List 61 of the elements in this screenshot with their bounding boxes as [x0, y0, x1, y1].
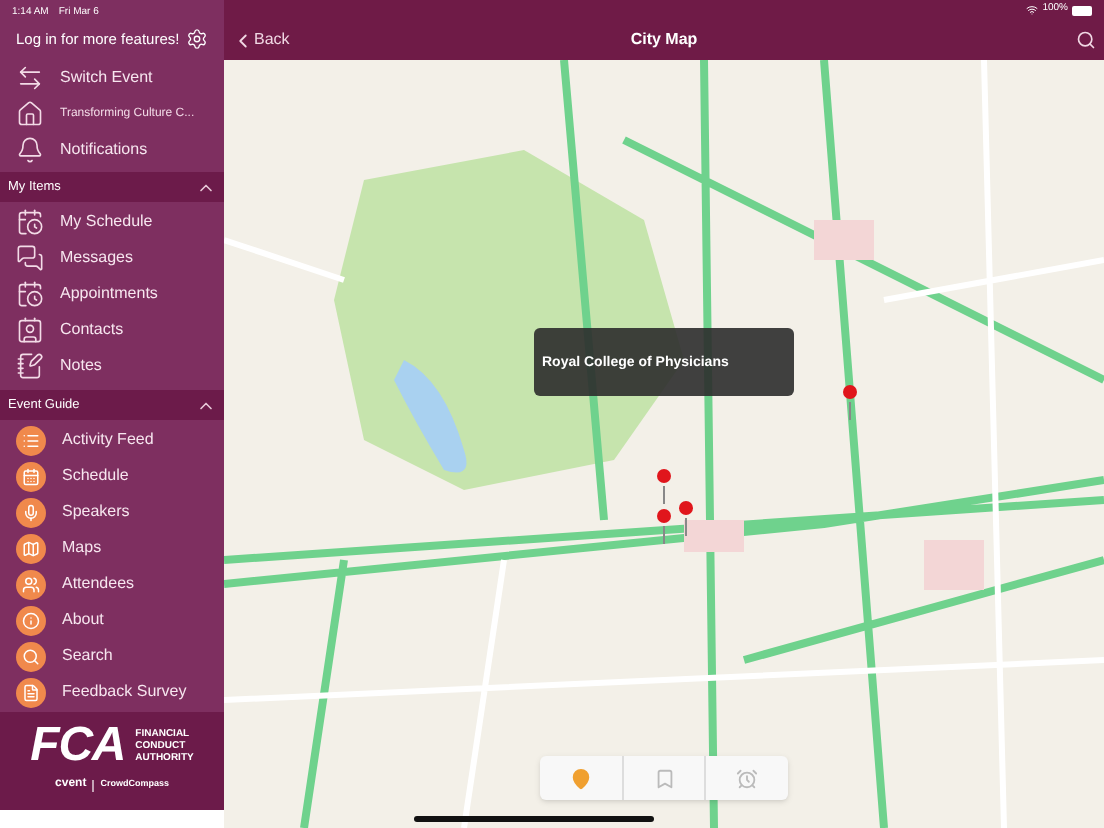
sidebar-item-label: Speakers	[62, 500, 130, 525]
sidebar-item[interactable]: Messages	[0, 240, 224, 277]
sidebar-item-label: Activity Feed	[62, 428, 154, 453]
nav-title: City Map	[630, 28, 698, 52]
document-icon	[16, 677, 46, 708]
sidebar-item[interactable]: Contacts	[0, 312, 224, 349]
microphone-icon	[16, 497, 46, 528]
people-icon	[16, 569, 46, 600]
sidebar-item-label: Attendees	[62, 572, 135, 597]
sidebar-item-label: Schedule	[62, 464, 129, 489]
sidebar-item[interactable]: Activity Feed	[0, 422, 224, 459]
map-pin-icon	[569, 767, 592, 789]
fca-logo: FCA	[30, 722, 126, 771]
sidebar-item-label: Contacts	[60, 318, 124, 343]
sidebar-item[interactable]: Attendees	[0, 566, 224, 603]
sidebar-item[interactable]: My Schedule	[0, 204, 224, 241]
notepad-pen-icon	[16, 352, 44, 381]
house-icon	[16, 100, 44, 129]
info-icon	[16, 605, 46, 636]
contact-card-icon	[16, 316, 44, 345]
sidebar-item-label: Feedback Survey	[62, 680, 187, 705]
search-icon	[16, 641, 46, 672]
wifi-icon	[1026, 4, 1039, 16]
sidebar-item-label: Maps	[62, 536, 102, 561]
sidebar-item[interactable]: Feedback Survey	[0, 674, 224, 711]
calendar-clock-icon	[16, 208, 44, 237]
alarm-clock-icon	[736, 767, 759, 789]
bookmark-icon	[653, 767, 675, 789]
map-pin-icon[interactable]	[657, 509, 671, 545]
sidebar-item[interactable]: Schedule	[0, 458, 224, 495]
sidebar-item-label: My Schedule	[60, 210, 153, 235]
list-icon	[16, 425, 46, 456]
search-icon[interactable]	[1076, 30, 1096, 50]
sidebar-item-label: Switch Event	[60, 66, 153, 91]
map-pin-icon[interactable]	[679, 501, 693, 537]
chat-bubbles-icon	[16, 244, 44, 273]
battery-icon	[1072, 5, 1092, 15]
sidebar-item-label: About	[62, 608, 104, 633]
map-icon	[16, 533, 46, 564]
map-drawing[interactable]	[224, 60, 1104, 828]
sidebar-item[interactable]: Maps	[0, 530, 224, 567]
calendar-icon	[16, 461, 46, 492]
switch-arrows-icon	[16, 64, 44, 93]
sidebar-item-label: Messages	[60, 246, 133, 271]
sidebar-item-label: Appointments	[60, 282, 158, 307]
map-pin-icon[interactable]	[843, 385, 857, 421]
sidebar-item[interactable]: Appointments	[0, 276, 224, 313]
sidebar-item[interactable]: About	[0, 602, 224, 639]
bell-icon	[16, 136, 44, 165]
sidebar-item[interactable]: Notes	[0, 348, 224, 385]
sidebar-item-label: Notes	[60, 354, 102, 379]
calendar-clock-icon	[16, 280, 44, 309]
map-pin-icon[interactable]	[657, 469, 671, 505]
back-button[interactable]: Back	[232, 28, 290, 52]
sidebar-item[interactable]: Search	[0, 638, 224, 675]
sidebar-item[interactable]: Switch Event	[0, 60, 224, 97]
sidebar-item[interactable]: Speakers	[0, 494, 224, 531]
settings-icon[interactable]	[186, 28, 208, 51]
sidebar-item-label: Search	[62, 644, 113, 669]
sidebar-item[interactable]: Notifications	[0, 132, 224, 169]
sidebar-item-label: Notifications	[60, 138, 148, 163]
